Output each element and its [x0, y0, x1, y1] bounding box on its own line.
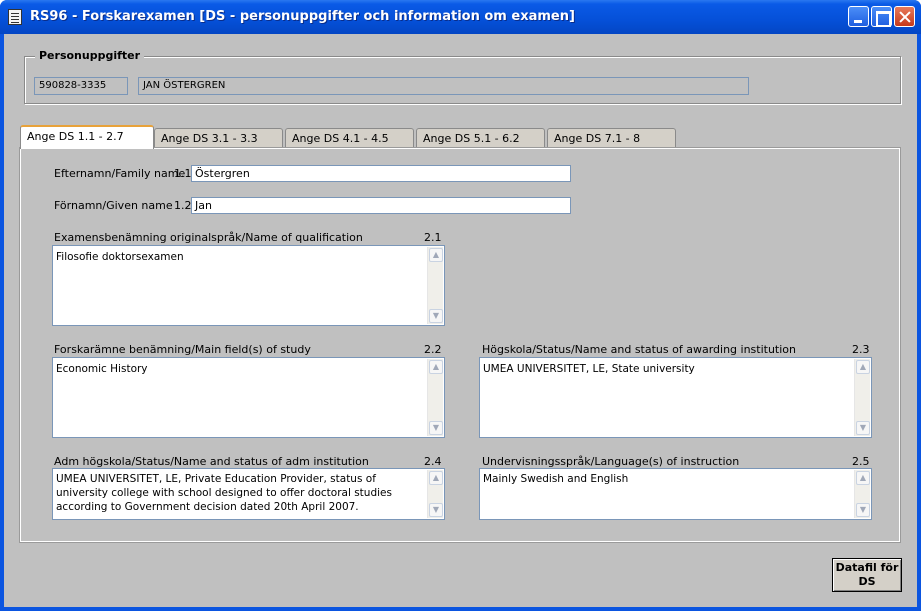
scroll-down-icon[interactable]: ▼ — [856, 503, 870, 517]
family-name-input[interactable]: Östergren — [191, 165, 571, 182]
scroll-up-icon[interactable]: ▲ — [856, 360, 870, 374]
tab-strip: Ange DS 1.1 - 2.7 Ange DS 3.1 - 3.3 Ange… — [20, 125, 680, 150]
scroll-down-icon[interactable]: ▼ — [856, 421, 870, 435]
tab-ds-5-1[interactable]: Ange DS 5.1 - 6.2 — [416, 128, 545, 148]
scroll-down-icon[interactable]: ▼ — [429, 421, 443, 435]
tab-ds-3-1[interactable]: Ange DS 3.1 - 3.3 — [154, 128, 283, 148]
qualification-text: Filosofie doktorsexamen — [56, 251, 184, 263]
close-button[interactable] — [894, 6, 915, 27]
language-code: 2.5 — [852, 455, 870, 468]
scroll-down-icon[interactable]: ▼ — [429, 503, 443, 517]
qualification-code: 2.1 — [424, 231, 442, 244]
adm-institution-text: UMEA UNIVERSITET, LE, Private Education … — [56, 473, 396, 513]
language-textarea[interactable]: Mainly Swedish and English ▲ ▼ — [479, 468, 872, 520]
datafil-button-label: Datafil för DS — [835, 561, 899, 588]
awarding-institution-text: UMEA UNIVERSITET, LE, State university — [483, 363, 695, 375]
awarding-institution-code: 2.3 — [852, 343, 870, 356]
adm-institution-textarea[interactable]: UMEA UNIVERSITET, LE, Private Education … — [52, 468, 445, 520]
main-field-textarea[interactable]: Economic History ▲ ▼ — [52, 357, 445, 438]
personnummer-field: 590828-3335 — [34, 77, 128, 95]
scroll-down-icon[interactable]: ▼ — [429, 309, 443, 323]
window-title: RS96 - Forskarexamen [DS - personuppgift… — [30, 9, 575, 24]
awarding-institution-textarea[interactable]: UMEA UNIVERSITET, LE, State university ▲… — [479, 357, 872, 438]
qualification-textarea[interactable]: Filosofie doktorsexamen ▲ ▼ — [52, 245, 445, 326]
given-name-code: 1.2 — [174, 199, 192, 212]
main-field-text: Economic History — [56, 363, 148, 375]
personuppgifter-group: Personuppgifter 590828-3335 JAN ÖSTERGRE… — [24, 49, 901, 104]
adm-institution-scrollbar[interactable]: ▲ ▼ — [427, 470, 443, 518]
qualification-label: Examensbenämning originalspråk/Name of q… — [54, 231, 363, 244]
family-name-code: 1.1 — [174, 167, 192, 180]
given-name-input[interactable]: Jan — [191, 197, 571, 214]
datafil-button[interactable]: Datafil för DS — [832, 558, 902, 592]
main-field-scrollbar[interactable]: ▲ ▼ — [427, 359, 443, 436]
main-field-code: 2.2 — [424, 343, 442, 356]
tab-ds-4-1[interactable]: Ange DS 4.1 - 4.5 — [285, 128, 414, 148]
language-label: Undervisningsspråk/Language(s) of instru… — [482, 455, 740, 468]
family-name-label: Efternamn/Family name — [54, 167, 186, 180]
language-text: Mainly Swedish and English — [483, 473, 629, 485]
person-name-field: JAN ÖSTERGREN — [138, 77, 749, 95]
adm-institution-code: 2.4 — [424, 455, 442, 468]
scroll-up-icon[interactable]: ▲ — [856, 471, 870, 485]
maximize-button[interactable] — [871, 6, 892, 27]
qualification-scrollbar[interactable]: ▲ ▼ — [427, 247, 443, 324]
tab-panel: Efternamn/Family name 1.1 Östergren Förn… — [19, 147, 901, 543]
client-area: Personuppgifter 590828-3335 JAN ÖSTERGRE… — [4, 34, 917, 607]
adm-institution-label: Adm högskola/Status/Name and status of a… — [54, 455, 369, 468]
group-legend: Personuppgifter — [35, 49, 145, 62]
scroll-up-icon[interactable]: ▲ — [429, 248, 443, 262]
main-field-label: Forskarämne benämning/Main field(s) of s… — [54, 343, 311, 356]
given-name-label: Förnamn/Given name — [54, 199, 173, 212]
tab-ds-1-1[interactable]: Ange DS 1.1 - 2.7 — [20, 125, 154, 149]
minimize-button[interactable] — [848, 6, 869, 27]
scroll-up-icon[interactable]: ▲ — [429, 360, 443, 374]
language-scrollbar[interactable]: ▲ ▼ — [854, 470, 870, 518]
title-bar[interactable]: RS96 - Forskarexamen [DS - personuppgift… — [0, 0, 921, 34]
awarding-institution-label: Högskola/Status/Name and status of award… — [482, 343, 796, 356]
application-window: RS96 - Forskarexamen [DS - personuppgift… — [0, 0, 921, 611]
tab-ds-7-1[interactable]: Ange DS 7.1 - 8 — [547, 128, 676, 148]
scroll-up-icon[interactable]: ▲ — [429, 471, 443, 485]
document-icon — [8, 9, 22, 25]
awarding-institution-scrollbar[interactable]: ▲ ▼ — [854, 359, 870, 436]
